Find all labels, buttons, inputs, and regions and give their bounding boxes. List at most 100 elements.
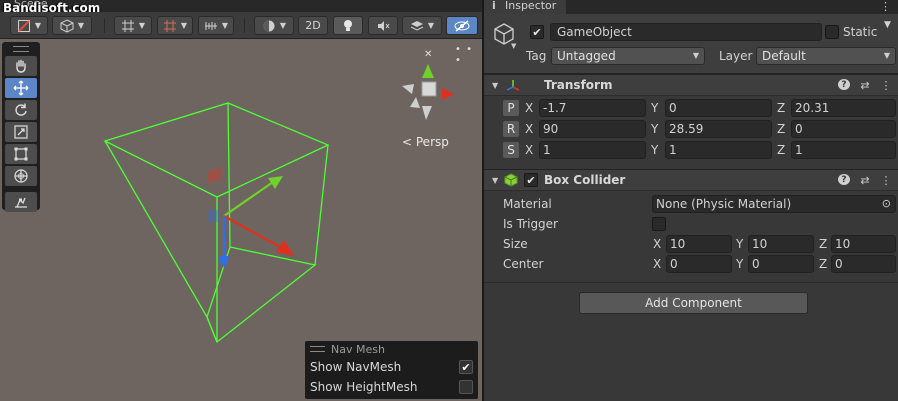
size-x-field[interactable]: 10 bbox=[666, 235, 732, 253]
axis-y-label: Y bbox=[651, 122, 659, 136]
is-trigger-checkbox[interactable] bbox=[652, 217, 666, 231]
presets-icon[interactable]: ⇄ bbox=[859, 174, 871, 187]
tag-dropdown[interactable]: Untagged ▼ bbox=[551, 47, 705, 65]
position-reset-button[interactable]: P bbox=[503, 100, 519, 116]
rotation-reset-button[interactable]: R bbox=[503, 121, 519, 137]
close-icon[interactable]: ✕ bbox=[424, 49, 432, 60]
scale-tool-button[interactable] bbox=[5, 122, 37, 142]
gizmo-neg-z-cone[interactable] bbox=[410, 97, 420, 108]
projection-label[interactable]: < Persp bbox=[402, 135, 449, 149]
static-checkbox[interactable] bbox=[825, 25, 839, 39]
size-y-field[interactable]: 10 bbox=[748, 235, 814, 253]
position-x-field[interactable]: -1.7 bbox=[539, 99, 646, 117]
rotation-y-field[interactable]: 28.59 bbox=[665, 120, 772, 138]
gameobject-header: ▼ ✔ GameObject Static ▼ Tag Untagged ▼ La… bbox=[484, 14, 898, 74]
drag-handle-icon bbox=[310, 346, 325, 352]
inspector-menu-icon[interactable]: ⋮ bbox=[880, 0, 892, 13]
is-trigger-label: Is Trigger bbox=[503, 217, 558, 231]
position-y-field[interactable]: 0 bbox=[665, 99, 772, 117]
center-y-field[interactable]: 0 bbox=[748, 255, 814, 273]
scale-reset-button[interactable]: S bbox=[503, 142, 519, 158]
effects-dropdown[interactable]: ▼ bbox=[402, 16, 442, 35]
center-label: Center bbox=[503, 257, 544, 271]
component-divider bbox=[484, 282, 898, 283]
scale-x-field[interactable]: 1 bbox=[539, 141, 646, 159]
transform-header[interactable]: ▼ Transform ? ⇄ ⋮ bbox=[484, 74, 898, 96]
palette-grip[interactable] bbox=[13, 46, 29, 52]
toggle-2d-button[interactable]: 2D bbox=[298, 16, 328, 35]
x-axis-handle[interactable] bbox=[223, 215, 283, 249]
scene-view[interactable]: Scene Bandisoft.com ▼ ▼ ▼ ▼ ▼ ▼ 2D ▼ ✕ •… bbox=[0, 0, 482, 401]
rotation-x-field[interactable]: 90 bbox=[539, 120, 646, 138]
hand-tool-button[interactable] bbox=[5, 56, 37, 76]
gizmo-neg-x-cone[interactable] bbox=[402, 84, 414, 94]
help-icon[interactable]: ? bbox=[838, 174, 850, 185]
grid-visibility-dropdown[interactable]: ▼ bbox=[157, 16, 193, 35]
size-z-field[interactable]: 10 bbox=[831, 235, 896, 253]
tag-value: Untagged bbox=[557, 49, 616, 63]
gizmo-neg-y-cone[interactable] bbox=[422, 106, 432, 120]
component-menu-icon[interactable]: ⋮ bbox=[880, 174, 892, 187]
add-component-button[interactable]: Add Component bbox=[579, 292, 808, 314]
move-tool-button[interactable] bbox=[5, 78, 37, 98]
layer-dropdown[interactable]: Default ▼ bbox=[756, 47, 896, 65]
rotation-z-field[interactable]: 0 bbox=[791, 120, 896, 138]
foldout-arrow-icon[interactable]: ▼ bbox=[492, 176, 498, 185]
material-object-field[interactable]: None (Physic Material) ⊙ bbox=[652, 195, 896, 213]
material-label: Material bbox=[503, 197, 552, 211]
position-z-field[interactable]: 20.31 bbox=[791, 99, 896, 117]
show-heightmesh-checkbox[interactable] bbox=[459, 380, 473, 394]
cube-edge bbox=[206, 316, 218, 343]
show-heightmesh-row: Show HeightMesh bbox=[305, 377, 478, 397]
box-collider-enabled-checkbox[interactable]: ✔ bbox=[524, 173, 538, 187]
navmesh-overlay-header[interactable]: Nav Mesh bbox=[305, 341, 478, 357]
yz-plane-handle[interactable] bbox=[207, 210, 219, 222]
y-axis-handle[interactable] bbox=[223, 181, 274, 217]
component-menu-icon[interactable]: ⋮ bbox=[880, 79, 892, 92]
draw-mode-dropdown[interactable]: ▼ bbox=[10, 16, 48, 35]
rect-tool-button[interactable] bbox=[5, 144, 37, 164]
box-collider-title: Box Collider bbox=[544, 173, 626, 187]
gameobject-active-checkbox[interactable]: ✔ bbox=[530, 25, 544, 39]
checkmark-icon: ✔ bbox=[461, 360, 471, 374]
foldout-arrow-icon[interactable]: ▼ bbox=[492, 81, 498, 90]
more-options-icon[interactable]: • • • bbox=[455, 44, 482, 66]
box-collider-header[interactable]: ▼ ✔ Box Collider ? ⇄ ⋮ bbox=[484, 169, 898, 191]
custom-tool-button[interactable] bbox=[5, 192, 37, 212]
axis-z-label: Z bbox=[819, 257, 828, 271]
box-collider-icon bbox=[504, 173, 518, 187]
audio-toggle-button[interactable] bbox=[368, 16, 398, 35]
gizmo-center-cube[interactable] bbox=[421, 81, 437, 97]
gizmo-y-cone[interactable] bbox=[422, 64, 434, 78]
scale-y-field[interactable]: 1 bbox=[665, 141, 772, 159]
selected-cube-wireframe[interactable] bbox=[100, 98, 330, 348]
increment-snap-dropdown[interactable]: ▼ bbox=[198, 16, 234, 35]
gameobject-name-field[interactable]: GameObject bbox=[550, 23, 822, 41]
center-x-field[interactable]: 0 bbox=[666, 255, 732, 273]
rotate-icon bbox=[15, 103, 27, 116]
axis-z-label: Z bbox=[777, 143, 786, 157]
rotate-tool-button[interactable] bbox=[5, 100, 37, 120]
tool-palette bbox=[2, 42, 40, 212]
help-icon[interactable]: ? bbox=[838, 79, 850, 90]
icon-dropdown-caret[interactable]: ▼ bbox=[511, 42, 516, 50]
object-picker-icon[interactable]: ⊙ bbox=[882, 196, 891, 212]
gizmo-x-cone[interactable] bbox=[442, 88, 454, 100]
show-navmesh-checkbox[interactable]: ✔ bbox=[459, 360, 473, 374]
inspector-tab[interactable]: ⅰ Inspector bbox=[484, 0, 566, 14]
y-axis-arrowhead[interactable] bbox=[268, 176, 283, 189]
x-axis-arrowhead[interactable] bbox=[276, 240, 294, 256]
render-mode-dropdown[interactable]: ▼ bbox=[52, 16, 92, 35]
static-dropdown-caret[interactable]: ▼ bbox=[884, 20, 891, 30]
grid-snap-dropdown[interactable]: ▼ bbox=[114, 16, 152, 35]
center-z-field[interactable]: 0 bbox=[831, 255, 896, 273]
shading-mode-dropdown[interactable]: ▼ bbox=[254, 16, 294, 35]
transform-tool-button[interactable] bbox=[5, 166, 37, 186]
lighting-toggle-button[interactable] bbox=[333, 16, 363, 35]
scene-visibility-button[interactable] bbox=[446, 16, 478, 35]
xy-plane-handle[interactable] bbox=[208, 167, 222, 184]
toolbar-separator bbox=[104, 18, 105, 33]
chevron-down-icon: ▼ bbox=[692, 51, 699, 60]
presets-icon[interactable]: ⇄ bbox=[859, 79, 871, 92]
scale-z-field[interactable]: 1 bbox=[791, 141, 896, 159]
